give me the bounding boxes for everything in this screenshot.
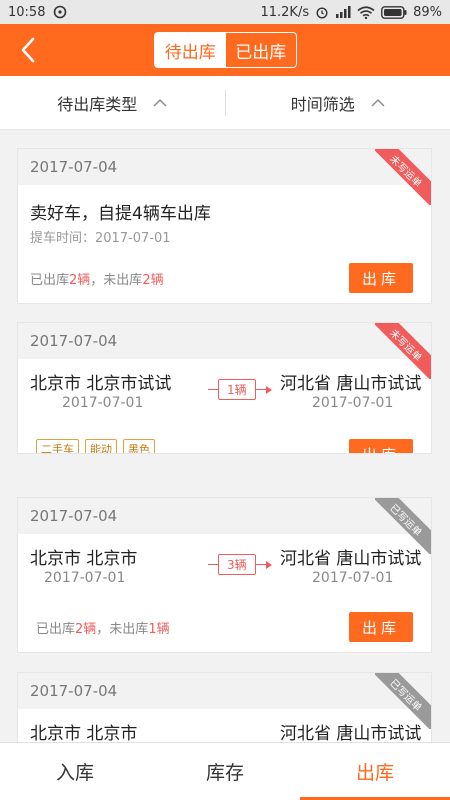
- status-time: 10:58: [8, 4, 46, 20]
- arrow-line-left: [208, 389, 218, 390]
- status-not-count: 2辆: [142, 273, 164, 288]
- route-destination: 河北省 唐山市试试: [280, 549, 422, 569]
- order-card[interactable]: 2017-07-04 已写运单 北京市 北京市 河北省 唐山市试试: [17, 672, 432, 742]
- tag-drivable: 能动: [85, 439, 117, 453]
- filter-type-label: 待出库类型: [57, 94, 138, 114]
- card-date: 2017-07-04: [18, 149, 431, 185]
- route-origin: 北京市 北京市: [30, 549, 138, 569]
- route-destination: 河北省 唐山市试试: [280, 724, 422, 742]
- tag-used-car: 二手车: [36, 439, 79, 453]
- battery-level: 89%: [413, 4, 442, 20]
- back-arrow-icon: [21, 37, 35, 63]
- order-card[interactable]: 2017-07-04 已写运单 北京市 北京市 2017-07-01 3辆 河北…: [17, 497, 432, 653]
- status-not-count: 1辆: [148, 622, 170, 637]
- order-list[interactable]: 2017-07-04 未写运单 卖好车，自提4辆车出库 提车时间：2017-07…: [0, 130, 450, 742]
- waybill-ribbon-label: 未写运单: [375, 149, 431, 205]
- route-arrow: 3辆: [208, 554, 272, 575]
- network-speed: 11.2K/s: [260, 4, 310, 20]
- vehicle-count: 1辆: [218, 379, 256, 400]
- arrow-head-icon: [265, 385, 272, 394]
- nav-inventory[interactable]: 库存: [150, 743, 300, 800]
- wifi-icon: [357, 5, 375, 19]
- arrow-line-right: [255, 564, 266, 565]
- route-arrow: 1辆: [208, 379, 272, 400]
- filter-time[interactable]: 时间筛选: [226, 91, 450, 115]
- waybill-ribbon: 未写运单: [375, 149, 431, 205]
- filter-time-label: 时间筛选: [290, 94, 355, 114]
- bottom-nav: 入库 库存 出库: [0, 742, 450, 800]
- arrow-line-left: [208, 564, 218, 565]
- status-not-label: ，未出库: [96, 622, 149, 637]
- status-out-count: 2辆: [75, 622, 97, 637]
- card-date: 2017-07-04: [18, 323, 431, 359]
- tab-shipped-out[interactable]: 已出库: [226, 33, 297, 67]
- chevron-up-icon: [153, 98, 167, 106]
- pickup-time: 提车时间：2017-07-01: [30, 231, 171, 246]
- chevron-up-icon: [371, 98, 385, 106]
- ship-out-button[interactable]: 出库: [349, 439, 413, 453]
- order-card[interactable]: 2017-07-04 未写运单 卖好车，自提4辆车出库 提车时间：2017-07…: [17, 148, 432, 304]
- status-not-label: ，未出库: [90, 273, 143, 288]
- ship-out-button[interactable]: 出库: [349, 263, 413, 293]
- signal-icon: [335, 6, 351, 18]
- route-destination: 河北省 唐山市试试: [280, 374, 422, 394]
- card-date: 2017-07-04: [18, 498, 431, 534]
- app-header: 待出库 已出库: [0, 24, 450, 76]
- back-button[interactable]: [12, 34, 44, 66]
- arrow-head-icon: [265, 560, 272, 569]
- order-card[interactable]: 2017-07-04 未写运单 北京市 北京市试试 2017-07-01 1辆 …: [17, 322, 432, 454]
- arrow-line-right: [255, 389, 266, 390]
- route-origin: 北京市 北京市试试: [30, 374, 172, 394]
- destination-date: 2017-07-01: [312, 570, 394, 586]
- card-date: 2017-07-04: [18, 673, 431, 709]
- card-title: 卖好车，自提4辆车出库: [30, 204, 211, 224]
- alarm-icon: [315, 5, 329, 19]
- filter-type[interactable]: 待出库类型: [0, 91, 225, 115]
- delivery-status: 已出库2辆，未出库2辆: [30, 269, 164, 288]
- tag-color: 黑色: [123, 439, 155, 453]
- vehicle-count: 3辆: [218, 554, 256, 575]
- filter-bar: 待出库类型 时间筛选: [0, 76, 450, 130]
- status-out-label: 已出库: [36, 622, 76, 637]
- battery-icon: [381, 5, 407, 19]
- origin-date: 2017-07-01: [44, 570, 126, 586]
- delivery-status: 已出库2辆，未出库1辆: [36, 618, 170, 637]
- status-tabs: 待出库 已出库: [154, 32, 297, 68]
- nav-outbound[interactable]: 出库: [300, 743, 450, 800]
- tab-pending-out[interactable]: 待出库: [155, 33, 226, 67]
- message-icon: [53, 5, 67, 19]
- destination-date: 2017-07-01: [312, 395, 394, 411]
- vehicle-tags: 二手车 能动 黑色: [36, 439, 155, 453]
- nav-inbound[interactable]: 入库: [0, 743, 150, 800]
- ship-out-button[interactable]: 出库: [349, 612, 413, 642]
- origin-date: 2017-07-01: [62, 395, 144, 411]
- status-out-count: 2辆: [69, 273, 91, 288]
- status-out-label: 已出库: [30, 273, 70, 288]
- status-bar: 10:58 11.2K/s 89%: [0, 0, 450, 24]
- route-origin: 北京市 北京市: [30, 724, 138, 742]
